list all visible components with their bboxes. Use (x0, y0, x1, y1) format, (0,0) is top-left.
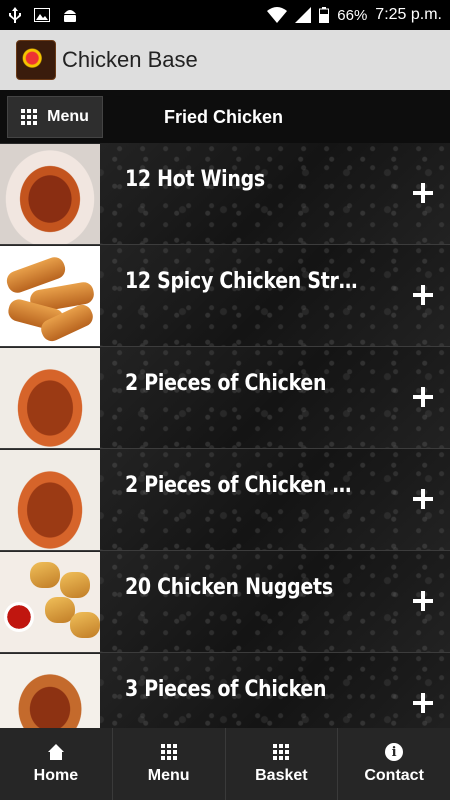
nav-menu-label: Menu (147, 767, 190, 784)
nav-contact-label: Contact (364, 767, 424, 784)
clock: 7:25 p.m. (375, 6, 442, 23)
nav-contact[interactable]: i Contact (338, 728, 450, 800)
list-item[interactable]: 3 Pieces of Chicken (0, 653, 450, 728)
menu-button-label: Menu (47, 107, 89, 125)
product-list: 12 Hot Wings 12 Spicy Chicken Strips 2 P… (0, 143, 450, 728)
android-icon (64, 10, 76, 22)
status-icons-left (8, 7, 78, 23)
add-icon[interactable] (413, 182, 435, 204)
app-logo (16, 40, 56, 80)
wifi-icon (267, 7, 288, 23)
app-bar: Chicken Base (0, 30, 450, 90)
info-icon: i (385, 743, 404, 761)
product-title: 2 Pieces of Chicken with C... (125, 473, 362, 498)
list-item[interactable]: 20 Chicken Nuggets (0, 551, 450, 653)
grid-icon (273, 744, 290, 760)
status-bar: 66% 7:25 p.m. (0, 0, 450, 30)
add-icon[interactable] (413, 590, 435, 612)
add-icon[interactable] (413, 284, 435, 306)
add-icon[interactable] (413, 488, 435, 510)
usb-icon (9, 7, 21, 23)
add-icon[interactable] (413, 386, 435, 408)
signal-icon (295, 7, 312, 23)
list-item[interactable]: 12 Hot Wings (0, 143, 450, 245)
menu-button[interactable]: Menu (7, 95, 103, 138)
bottom-nav: Home Menu Basket i Contact (0, 728, 450, 800)
product-title: 12 Spicy Chicken Strips (125, 269, 362, 294)
image-icon (34, 8, 50, 22)
home-icon (47, 744, 65, 760)
nav-basket-label: Basket (255, 767, 308, 784)
nav-home[interactable]: Home (0, 728, 113, 800)
battery-level: 66% (337, 6, 368, 24)
grid-icon (21, 108, 38, 125)
product-image (0, 246, 100, 346)
product-image (0, 654, 100, 728)
product-title: 12 Hot Wings (125, 167, 265, 192)
product-image (0, 552, 100, 652)
product-image (0, 348, 100, 448)
list-item[interactable]: 2 Pieces of Chicken (0, 347, 450, 449)
product-title: 20 Chicken Nuggets (125, 575, 333, 600)
section-title: Fried Chicken (164, 107, 284, 127)
product-image (0, 450, 100, 550)
list-item[interactable]: 2 Pieces of Chicken with C... (0, 449, 450, 551)
add-icon[interactable] (413, 692, 435, 714)
nav-menu[interactable]: Menu (112, 728, 226, 800)
nav-home-label: Home (33, 767, 79, 784)
nav-basket[interactable]: Basket (225, 728, 339, 800)
app-title: Chicken Base (62, 47, 198, 72)
battery-icon (319, 7, 330, 23)
grid-icon (160, 744, 177, 760)
status-icons-right: 66% 7:25 p.m. (267, 6, 442, 24)
list-item[interactable]: 12 Spicy Chicken Strips (0, 245, 450, 347)
product-title: 3 Pieces of Chicken (125, 677, 327, 702)
top-nav: Menu Fried Chicken (0, 90, 450, 143)
product-title: 2 Pieces of Chicken (125, 371, 327, 396)
product-image (0, 144, 100, 244)
